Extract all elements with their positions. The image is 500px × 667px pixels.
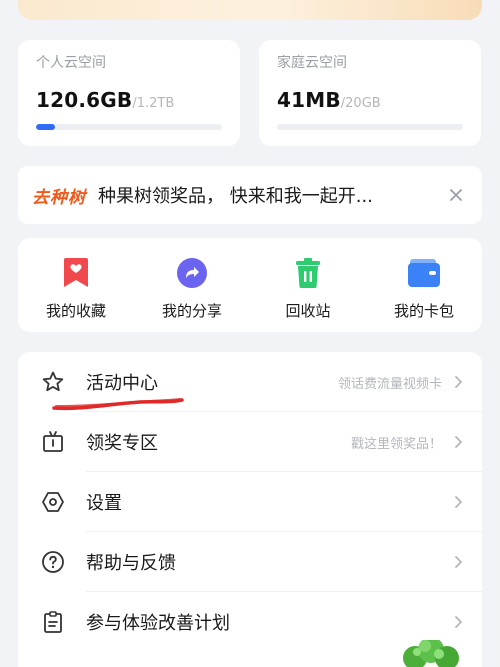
menu-item-label: 领奖专区 — [86, 433, 158, 454]
menu-item-label: 参与体验改善计划 — [86, 613, 230, 634]
top-banner[interactable] — [18, 0, 482, 20]
menu-item-label: 活动中心 — [86, 373, 158, 394]
chevron-right-icon — [455, 556, 463, 568]
chevron-right-icon — [455, 496, 463, 508]
family-storage-title: 家庭云空间 — [277, 55, 347, 71]
promo-text: 种果树领奖品， 快来和我一起开... — [98, 186, 373, 207]
personal-storage-used: 120.6GB — [36, 88, 133, 112]
chevron-right-icon — [455, 616, 463, 628]
chevron-right-icon — [455, 436, 463, 448]
red-underline-annotation — [52, 398, 184, 411]
personal-storage-progress-fill — [36, 124, 55, 130]
quick-wallet-label: 我的卡包 — [393, 302, 454, 320]
quick-actions: 我的收藏 我的分享 回收站 我的卡包 — [18, 238, 482, 332]
quick-recycle[interactable]: 回收站 — [253, 256, 363, 321]
family-storage-card[interactable]: 家庭云空间 41MB/20GB — [259, 40, 481, 146]
gift-icon — [40, 429, 66, 455]
clipboard-icon — [40, 609, 66, 635]
promo-banner[interactable]: 去种树 种果树领奖品， 快来和我一起开... — [18, 166, 482, 224]
help-icon — [40, 549, 66, 575]
trash-icon — [291, 256, 325, 290]
menu-item-hint: 领话费流量视频卡 — [337, 376, 442, 392]
menu-item-label: 设置 — [86, 493, 122, 514]
family-storage-usage: 41MB/20GB — [277, 88, 381, 112]
quick-favorites[interactable]: 我的收藏 — [21, 256, 131, 321]
quick-wallet[interactable]: 我的卡包 — [369, 256, 479, 321]
menu-item-rewards[interactable]: 领奖专区 戳这里领奖品！ — [18, 412, 482, 472]
menu-item-label: 帮助与反馈 — [86, 553, 176, 574]
bookmark-icon — [59, 256, 93, 290]
quick-share[interactable]: 我的分享 — [137, 256, 247, 321]
personal-storage-progress — [36, 124, 222, 130]
close-icon[interactable] — [444, 183, 468, 207]
menu-item-settings[interactable]: 设置 — [18, 472, 482, 532]
personal-storage-total: /1.2TB — [132, 96, 175, 111]
family-storage-used: 41MB — [277, 88, 341, 112]
quick-favorites-label: 我的收藏 — [45, 302, 106, 320]
tree-icon[interactable] — [395, 640, 465, 667]
personal-storage-usage: 120.6GB/1.2TB — [36, 88, 174, 112]
menu-item-hint: 戳这里领奖品！ — [350, 436, 442, 452]
family-storage-progress — [277, 124, 463, 130]
wallet-icon — [407, 256, 441, 290]
chevron-right-icon — [455, 376, 463, 388]
menu-item-help-feedback[interactable]: 帮助与反馈 — [18, 532, 482, 592]
share-icon — [175, 256, 209, 290]
family-storage-total: /20GB — [340, 96, 381, 111]
settings-icon — [40, 489, 66, 515]
quick-recycle-label: 回收站 — [285, 302, 331, 320]
star-icon — [40, 369, 66, 395]
quick-share-label: 我的分享 — [161, 302, 222, 320]
promo-tag: 去种树 — [32, 187, 86, 208]
personal-storage-title: 个人云空间 — [36, 55, 106, 71]
personal-storage-card[interactable]: 个人云空间 120.6GB/1.2TB — [18, 40, 240, 146]
